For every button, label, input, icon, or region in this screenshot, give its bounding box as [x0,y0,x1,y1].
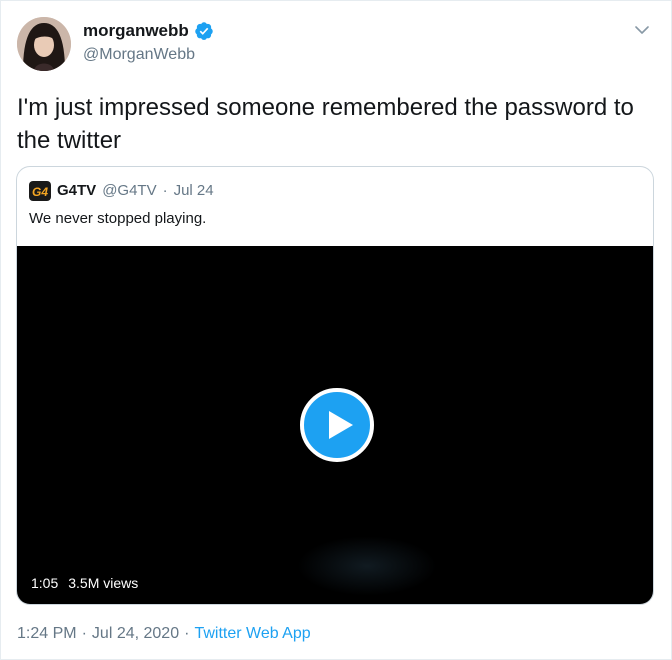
tweet-date[interactable]: Jul 24, 2020 [92,623,179,645]
video-views: 3.5M views [68,575,139,591]
quoted-tweet-text: We never stopped playing. [29,210,207,227]
chevron-down-icon[interactable] [633,21,651,39]
video-player[interactable]: 1:05 3.5M views [17,246,653,604]
video-duration: 1:05 [31,575,59,591]
g4-logo-icon: G4 [29,181,51,201]
video-frame-detail [297,536,437,596]
quoted-tweet-header: G4 G4TV @G4TV · Jul 24 [29,181,214,201]
avatar-photo-icon [17,17,71,71]
tweet-footer: 1:24 PM · Jul 24, 2020 · Twitter Web App [17,623,311,645]
tweet-text: I'm just impressed someone remembered th… [17,94,634,154]
quoted-tweet[interactable]: G4 G4TV @G4TV · Jul 24 We never stopped … [16,166,654,605]
tweet-card: morganwebb @MorganWebb I'm just impresse… [0,0,672,660]
play-button-icon[interactable] [299,387,375,463]
author-name[interactable]: morganwebb [83,20,214,42]
verified-badge-icon [195,22,213,40]
quoted-meta-separator: · [162,182,168,199]
author-name-text: morganwebb [83,21,189,40]
video-stats: 1:05 3.5M views [31,574,138,592]
source-app-link[interactable]: Twitter Web App [194,623,310,645]
footer-separator: · [184,625,190,642]
g4-logo-text: G4 [32,185,48,199]
quoted-tweet-date[interactable]: Jul 24 [174,181,214,201]
quoted-author-name[interactable]: G4TV [57,181,96,201]
tweet-time[interactable]: 1:24 PM [17,623,77,645]
quoted-author-handle[interactable]: @G4TV [102,181,156,201]
author-handle[interactable]: @MorganWebb [83,45,195,65]
footer-separator: · [81,625,87,642]
avatar[interactable] [17,17,71,71]
